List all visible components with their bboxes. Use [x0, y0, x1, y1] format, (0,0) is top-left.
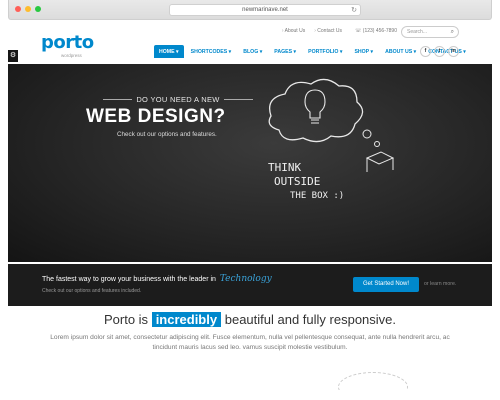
logo-subtitle: wordpress: [61, 53, 82, 58]
headline-highlight: incredibly: [151, 312, 222, 327]
phone-number: ☏ (123) 456-7890: [355, 28, 397, 34]
hero-title: WEB DESIGN?: [86, 106, 226, 127]
intro-paragraph: Lorem ipsum dolor sit amet, consectetur …: [50, 334, 450, 351]
phone-icon: ☏: [355, 28, 363, 34]
hero-slider: DO YOU NEED A NEW WEB DESIGN? Check out …: [8, 64, 492, 262]
hero-eyebrow: DO YOU NEED A NEW: [103, 95, 253, 104]
bubble-dot-1: [362, 129, 372, 139]
chalk-line-1: THINK: [268, 161, 302, 174]
get-started-button[interactable]: Get Started Now!: [353, 277, 419, 292]
nav-blog[interactable]: BLOG ▾: [238, 45, 267, 58]
phone-text: (123) 456-7890: [362, 28, 397, 34]
page: newmarinave.net ↻ ⚙ porto wordpress Abou…: [0, 0, 500, 400]
hero-subtitle: Check out our options and features.: [117, 131, 217, 138]
twitter-icon[interactable]: t: [434, 46, 445, 57]
cta-lead-text: The fastest way to grow your business wi…: [42, 276, 216, 283]
nav-home[interactable]: HOME ▾: [154, 45, 184, 58]
intro-headline: Porto is incredibly beautiful and fully …: [8, 312, 492, 327]
decorative-circle: [338, 372, 408, 390]
reload-icon[interactable]: ↻: [351, 5, 357, 16]
chalk-line-2: OUTSIDE: [274, 175, 321, 188]
headline-pre: Porto is: [103, 312, 149, 327]
zoom-dot[interactable]: [35, 6, 41, 12]
facebook-icon[interactable]: f: [420, 46, 431, 57]
nav-about-us[interactable]: ABOUT US ▾: [380, 45, 421, 58]
site-logo[interactable]: porto: [41, 32, 94, 53]
url-text: newmarinave.net: [242, 7, 288, 13]
top-link-about[interactable]: About Us: [282, 28, 306, 34]
top-link-contact[interactable]: Contact Us: [314, 28, 342, 34]
search-input[interactable]: Search... ⌕: [401, 26, 459, 38]
cta-strip: The fastest way to grow your business wi…: [8, 264, 492, 306]
headline-post: beautiful and fully responsive.: [224, 312, 397, 327]
eyebrow-rule-left: [103, 99, 133, 100]
linkedin-icon[interactable]: in: [448, 46, 459, 57]
nav-shop[interactable]: SHOP ▾: [349, 45, 378, 58]
top-links: About Us Contact Us: [282, 28, 342, 34]
thought-bubble: [268, 78, 364, 143]
website: ⚙ porto wordpress About Us Contact Us ☏ …: [8, 20, 492, 390]
address-bar[interactable]: newmarinave.net ↻: [169, 4, 361, 16]
browser-toolbar: newmarinave.net ↻: [8, 0, 492, 20]
learn-more-link[interactable]: or learn more.: [424, 281, 456, 287]
social-links: f t in: [420, 46, 459, 57]
search-icon[interactable]: ⌕: [451, 27, 454, 37]
box-icon: [365, 151, 395, 172]
settings-side-tab[interactable]: ⚙: [8, 50, 18, 62]
nav-pages[interactable]: PAGES ▾: [269, 45, 301, 58]
bubble-dot-2: [374, 141, 380, 147]
hero-eyebrow-text: DO YOU NEED A NEW: [136, 95, 220, 104]
eyebrow-rule-right: [223, 99, 253, 100]
lightbulb-icon: [304, 89, 326, 124]
nav-portfolio[interactable]: PORTFOLIO ▾: [303, 45, 347, 58]
cta-accent-word: Technology: [219, 274, 272, 284]
nav-shortcodes[interactable]: SHORTCODES ▾: [186, 45, 237, 58]
cta-subtext: Check out our options and features inclu…: [42, 288, 142, 294]
window-controls[interactable]: [15, 6, 41, 12]
search-placeholder: Search...: [407, 29, 428, 35]
gear-icon: ⚙: [9, 52, 17, 59]
cta-lead: The fastest way to grow your business wi…: [42, 274, 272, 284]
chalk-line-3: THE BOX :): [290, 191, 345, 201]
chalk-text: THINK OUTSIDE THE BOX :): [268, 161, 344, 203]
minimize-dot[interactable]: [25, 6, 31, 12]
close-dot[interactable]: [15, 6, 21, 12]
